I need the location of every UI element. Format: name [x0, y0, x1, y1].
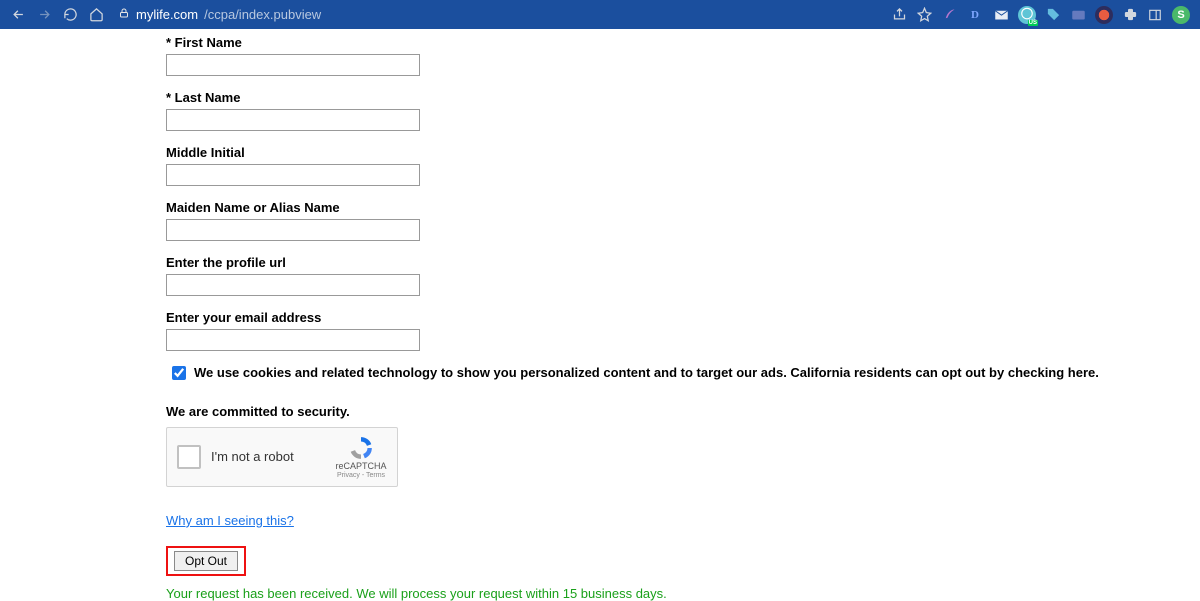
recaptcha-brand: reCAPTCHA Privacy - Terms [335, 435, 387, 479]
mail-icon[interactable] [993, 7, 1009, 23]
first-name-label: * First Name [166, 35, 1200, 50]
share-icon[interactable] [891, 7, 907, 23]
globe-icon[interactable]: US [1018, 6, 1036, 24]
recaptcha-label: I'm not a robot [211, 449, 325, 464]
recaptcha-logo-icon [348, 435, 374, 461]
browser-toolbar: mylife.com/ccpa/index.pubview D US [0, 0, 1200, 29]
extension-d-icon[interactable]: D [966, 6, 984, 24]
optout-form-page: * First Name * Last Name Middle Initial … [0, 29, 1200, 601]
reload-icon[interactable] [62, 7, 78, 23]
tag-icon[interactable] [1045, 7, 1061, 23]
security-heading: We are committed to security. [166, 404, 1200, 419]
nav-button-group [6, 7, 104, 23]
panel-icon[interactable] [1147, 7, 1163, 23]
email-input[interactable] [166, 329, 420, 351]
url-host: mylife.com [136, 7, 198, 22]
profile-url-label: Enter the profile url [166, 255, 1200, 270]
last-name-label: * Last Name [166, 90, 1200, 105]
middle-initial-label: Middle Initial [166, 145, 1200, 160]
star-icon[interactable] [916, 7, 932, 23]
puzzle-icon[interactable] [1122, 7, 1138, 23]
cookie-consent-text: We use cookies and related technology to… [194, 365, 1139, 382]
recaptcha-brand-text: reCAPTCHA [335, 462, 387, 471]
circle-icon[interactable] [1095, 6, 1113, 24]
wallet-icon[interactable] [1070, 7, 1086, 23]
maiden-name-label: Maiden Name or Alias Name [166, 200, 1200, 215]
optout-highlight: Opt Out [166, 546, 246, 576]
home-icon[interactable] [88, 7, 104, 23]
maiden-name-input[interactable] [166, 219, 420, 241]
optout-button[interactable]: Opt Out [174, 551, 238, 571]
lock-icon [118, 7, 130, 22]
forward-icon[interactable] [36, 7, 52, 23]
profile-url-input[interactable] [166, 274, 420, 296]
profile-avatar[interactable]: S [1172, 6, 1190, 24]
confirmation-message: Your request has been received. We will … [166, 586, 1200, 601]
last-name-input[interactable] [166, 109, 420, 131]
feather-icon[interactable] [941, 7, 957, 23]
recaptcha-checkbox[interactable] [177, 445, 201, 469]
recaptcha-widget[interactable]: I'm not a robot reCAPTCHA Privacy - Term… [166, 427, 398, 487]
first-name-input[interactable] [166, 54, 420, 76]
cookie-consent-row: We use cookies and related technology to… [166, 365, 1200, 382]
why-link[interactable]: Why am I seeing this? [166, 513, 294, 528]
middle-initial-input[interactable] [166, 164, 420, 186]
url-path: /ccpa/index.pubview [204, 7, 321, 22]
back-icon[interactable] [10, 7, 26, 23]
address-bar[interactable]: mylife.com/ccpa/index.pubview [112, 0, 891, 29]
cookie-checkbox[interactable] [172, 366, 186, 380]
recaptcha-terms-text: Privacy - Terms [335, 472, 387, 479]
email-label: Enter your email address [166, 310, 1200, 325]
extension-icons: D US S [891, 6, 1194, 24]
